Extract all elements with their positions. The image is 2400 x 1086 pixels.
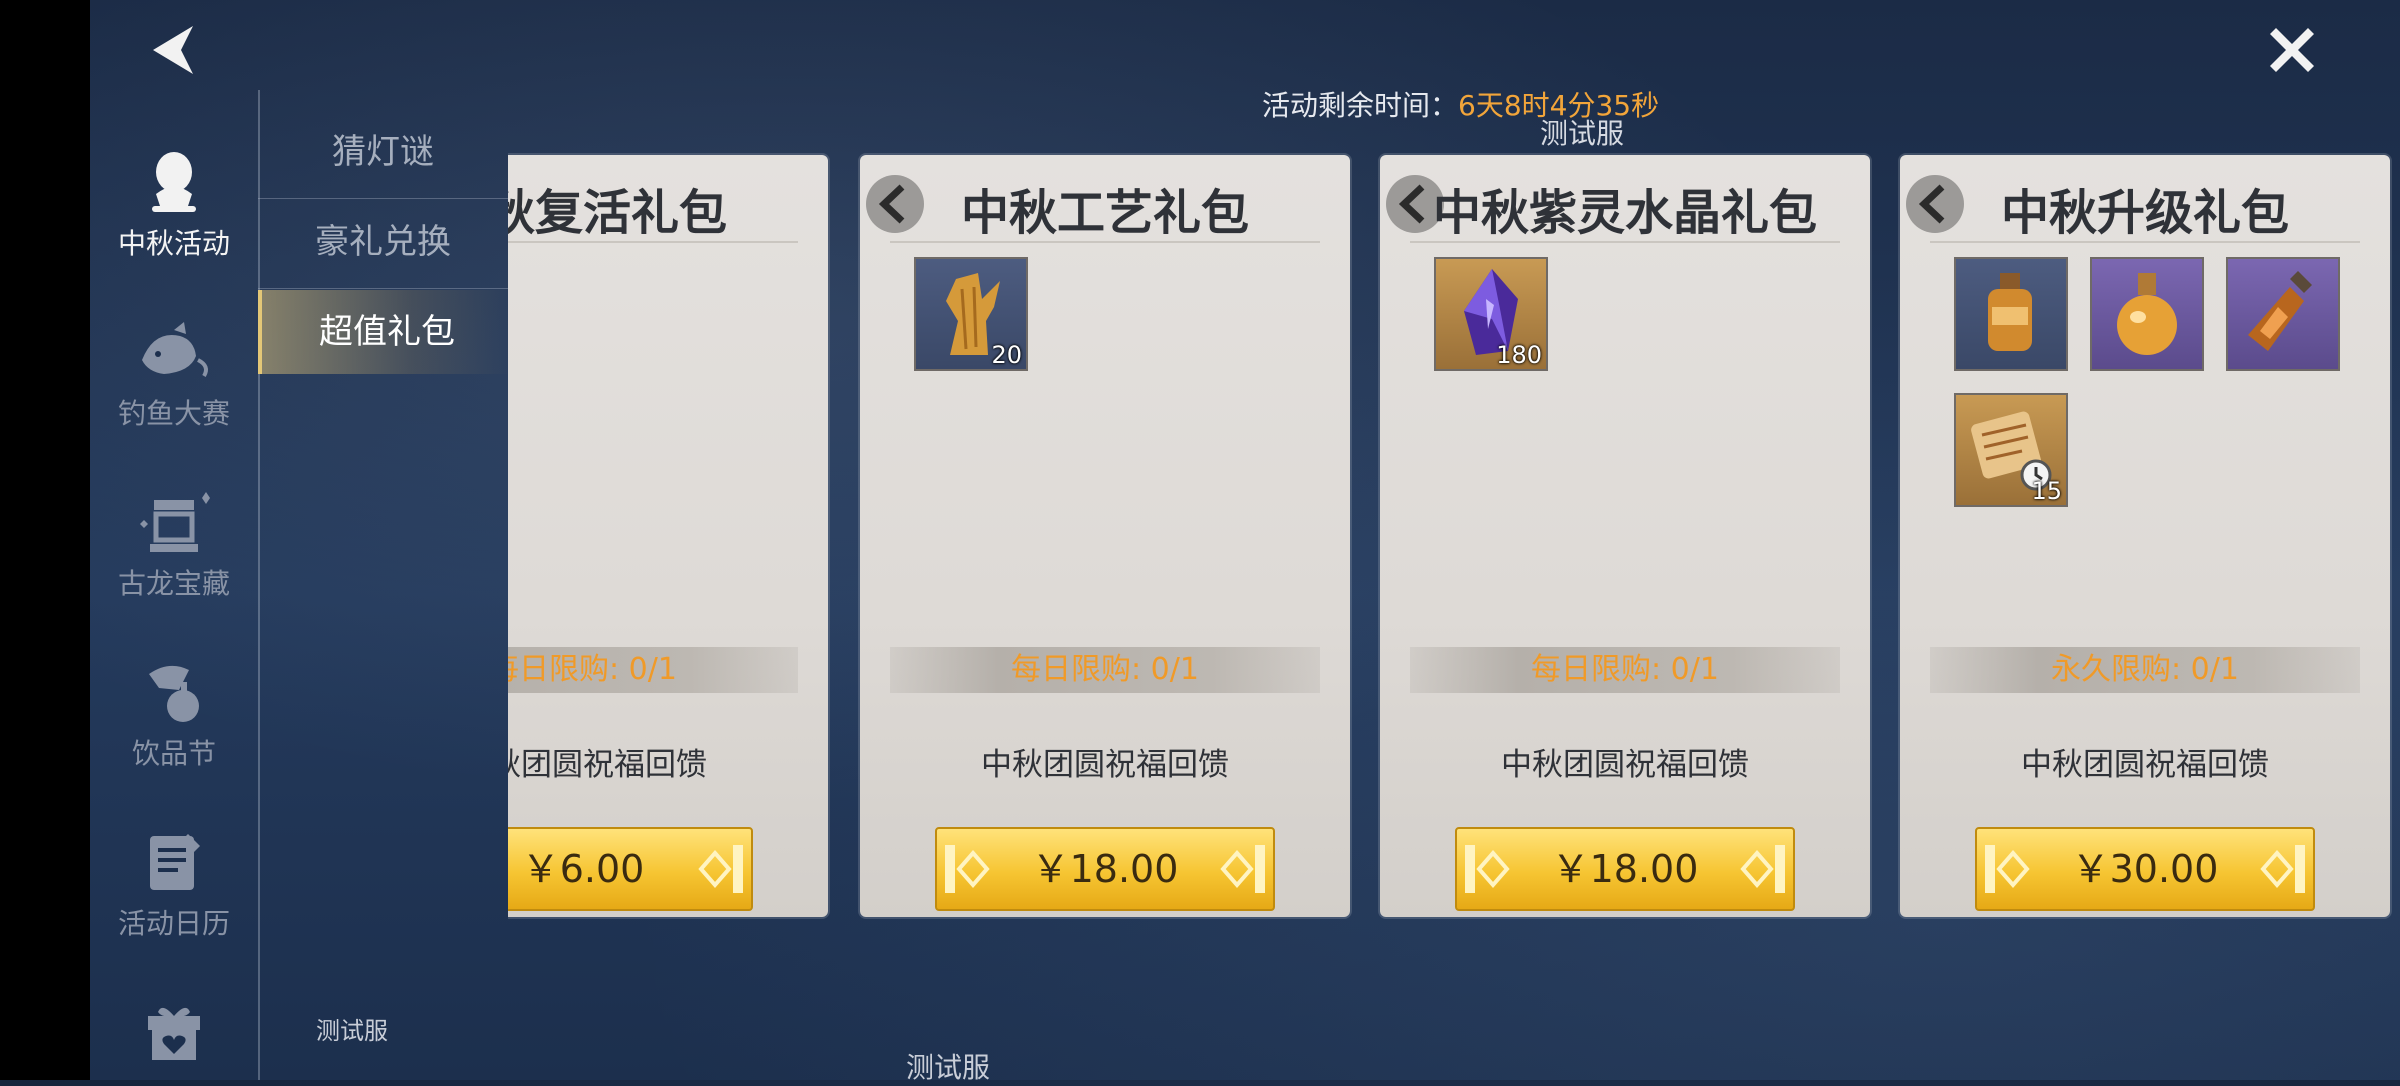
buy-button[interactable]: ￥30.00 — [1975, 827, 2315, 911]
nav-label: 饮品节 — [131, 737, 216, 770]
elixir-bottle-icon — [2248, 271, 2312, 351]
mooncake-lantern-icon — [152, 152, 196, 212]
nav-item-drinks-festival[interactable]: 饮品节 — [90, 660, 258, 810]
back-arrow-icon — [153, 26, 193, 74]
title-rule — [1930, 241, 2360, 243]
nav-label: 中秋活动 — [117, 227, 230, 260]
reward-item[interactable]: 180 — [1434, 257, 1548, 371]
sub-tab-gift-exchange[interactable]: 豪礼兑换 — [258, 200, 508, 284]
nav-label: 活动日历 — [117, 907, 230, 940]
item-count: 15 — [2031, 477, 2062, 505]
fish-icon — [142, 322, 208, 378]
diamond-deco-icon — [1740, 845, 1785, 893]
sub-tab-value-packs[interactable]: 超值礼包 — [258, 290, 512, 374]
card-title: 中秋工艺礼包 — [960, 185, 1249, 241]
drink-icon — [149, 665, 199, 722]
buy-button[interactable]: ￥18.00 — [1455, 827, 1795, 911]
reward-item[interactable] — [2226, 257, 2340, 371]
card-title: 中秋升级礼包 — [2000, 185, 2289, 241]
left-nav: 中秋活动 钓鱼大赛 古龙宝藏 饮品节 活动日历 — [90, 90, 260, 1080]
timer-label: 活动剩余时间： — [1262, 89, 1459, 122]
nav-item-dragon-treasure[interactable]: 古龙宝藏 — [90, 490, 258, 640]
card-desc: 中秋团圆祝福回馈 — [2021, 747, 2269, 783]
title-rule — [508, 241, 798, 243]
purchase-limit: 每日限购: 0/1 — [508, 647, 798, 693]
card-desc: 中秋团圆祝福回馈 — [508, 747, 707, 783]
card-title: 中秋复活礼包 — [508, 185, 727, 241]
diamond-deco-icon — [2260, 845, 2305, 893]
purchase-limit: 每日限购: 0/1 — [890, 647, 1320, 693]
diamond-deco-icon — [1220, 845, 1265, 893]
test-server-label-left: 测试服 — [316, 1017, 388, 1045]
sub-tab-lantern-riddles[interactable]: 猜灯谜 — [258, 110, 508, 194]
reward-item[interactable] — [1954, 257, 2068, 371]
purchase-limit: 每日限购: 0/1 — [1410, 647, 1840, 693]
gift-heart-icon — [148, 1007, 200, 1060]
reward-item[interactable]: 15 — [1954, 393, 2068, 507]
round-flask-icon — [2117, 273, 2177, 355]
pack-carousel[interactable]: 中秋复活礼包 每日限购: 0/1 中秋团圆祝福回馈 ￥6.00 中秋工艺礼包 2… — [508, 150, 2400, 925]
card-title: 中秋紫灵水晶礼包 — [1432, 185, 1817, 241]
sub-divider — [258, 288, 508, 289]
item-count: 20 — [991, 341, 1022, 369]
card-desc: 中秋团圆祝福回馈 — [1501, 747, 1749, 783]
card-desc: 中秋团圆祝福回馈 — [981, 747, 1229, 783]
nav-label: 钓鱼大赛 — [117, 397, 230, 430]
close-icon — [2270, 28, 2314, 72]
back-button[interactable] — [145, 20, 205, 80]
sub-divider — [258, 198, 508, 199]
nav-item-fishing[interactable]: 钓鱼大赛 — [90, 320, 258, 470]
nav-label: 古龙宝藏 — [117, 567, 230, 600]
item-count: 180 — [1496, 341, 1542, 369]
nav-item-event-calendar[interactable]: 活动日历 — [90, 830, 258, 980]
reward-item[interactable]: 20 — [914, 257, 1028, 371]
treasure-chest-icon — [140, 492, 210, 552]
nav-item-mid-autumn[interactable]: 中秋活动 — [90, 150, 258, 300]
buy-button[interactable]: ￥6.00 — [508, 827, 753, 911]
close-button[interactable] — [2262, 20, 2322, 80]
purchase-limit: 永久限购: 0/1 — [1930, 647, 2360, 693]
test-server-label-bottom: 测试服 — [906, 1051, 991, 1084]
calendar-book-icon — [150, 834, 200, 890]
pack-card-revival: 中秋复活礼包 每日限购: 0/1 中秋团圆祝福回馈 ￥6.00 — [508, 155, 828, 917]
screen-edge — [0, 0, 90, 1080]
buy-button[interactable]: ￥18.00 — [935, 827, 1275, 911]
nav-item-gift[interactable] — [90, 1000, 258, 1080]
reward-item[interactable] — [2090, 257, 2204, 371]
pack-card-upgrade: 中秋升级礼包 15 永久限购: 0/1 中秋团圆祝福回馈 ￥30.00 — [1900, 155, 2390, 917]
title-rule — [1410, 241, 1840, 243]
pack-card-crafting: 中秋工艺礼包 20 每日限购: 0/1 中秋团圆祝福回馈 ￥18.00 — [860, 155, 1350, 917]
title-rule — [890, 241, 1320, 243]
test-server-label-top: 测试服 — [1540, 117, 1625, 150]
potion-bottle-icon — [1988, 273, 2032, 351]
pack-card-purple-crystal: 中秋紫灵水晶礼包 180 每日限购: 0/1 中秋团圆祝福回馈 ￥18.00 — [1380, 155, 1870, 917]
diamond-deco-icon — [698, 845, 743, 893]
